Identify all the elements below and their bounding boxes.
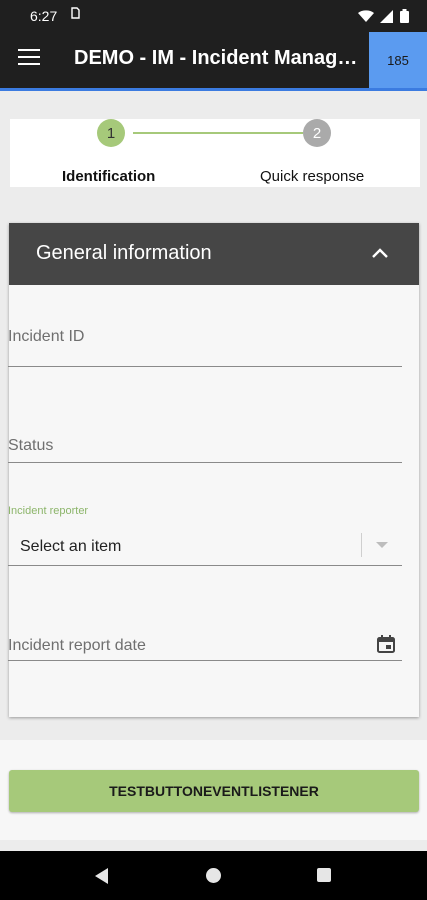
status-field[interactable]: Status	[8, 408, 402, 463]
recents-icon[interactable]	[317, 868, 331, 882]
sim-icon	[71, 7, 80, 22]
status-bar: 6:27	[0, 0, 427, 32]
counter-badge[interactable]: 185	[369, 32, 427, 88]
step-connector	[133, 132, 303, 134]
back-icon[interactable]	[95, 868, 108, 884]
signal-icon	[380, 9, 394, 28]
dropdown-arrow-icon[interactable]	[376, 542, 388, 548]
menu-icon[interactable]	[18, 49, 40, 69]
test-button-event-listener[interactable]: TESTBUTTONEVENTLISTENER	[9, 770, 419, 812]
battery-icon	[400, 9, 409, 28]
panel-title: General information	[36, 242, 212, 264]
app-bar-accent	[0, 88, 427, 91]
panel-header[interactable]: General information	[9, 223, 419, 285]
chevron-up-icon[interactable]	[371, 245, 389, 263]
step-1-indicator[interactable]: 1	[97, 119, 125, 147]
status-time: 6:27	[30, 8, 58, 24]
step-2-label[interactable]: Quick response	[260, 168, 364, 185]
incident-reporter-label: Incident reporter	[8, 505, 89, 517]
stepper: 1 2 Identification Quick response	[10, 119, 420, 187]
incident-id-field[interactable]: Incident ID	[8, 310, 402, 367]
calendar-icon[interactable]	[376, 634, 396, 654]
incident-id-label: Incident ID	[8, 328, 85, 345]
app-title: DEMO - IM - Incident Management	[74, 47, 366, 69]
step-1-label[interactable]: Identification	[62, 168, 155, 185]
home-icon[interactable]	[206, 868, 221, 883]
incident-reporter-value: Select an item	[20, 538, 122, 555]
system-nav-bar	[0, 851, 427, 900]
step-2-indicator[interactable]: 2	[303, 119, 331, 147]
select-divider	[361, 533, 362, 557]
status-icons	[358, 9, 409, 28]
status-label: Status	[8, 437, 54, 454]
incident-report-date-label: Incident report date	[8, 637, 146, 654]
app-bar: DEMO - IM - Incident Management 185	[0, 32, 427, 88]
incident-reporter-select[interactable]: Incident reporter Select an item	[8, 505, 402, 566]
incident-report-date-field[interactable]: Incident report date	[8, 620, 402, 661]
wifi-icon	[358, 9, 374, 28]
